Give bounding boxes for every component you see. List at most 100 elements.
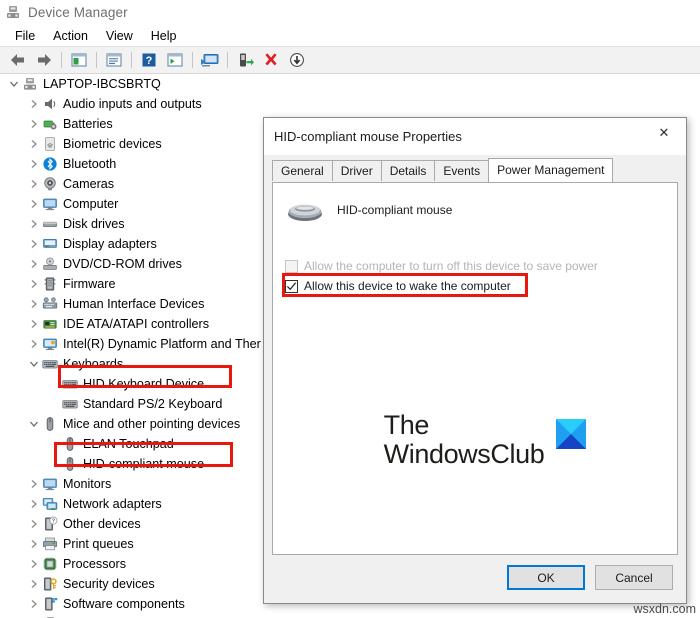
menu-item-file[interactable]: File — [6, 27, 44, 45]
tab-driver[interactable]: Driver — [331, 160, 382, 181]
tree-item-label: DVD/CD-ROM drives — [63, 256, 182, 271]
tree-item-audio-inputs-and-outputs[interactable]: Audio inputs and outputs — [0, 94, 700, 114]
tree-expander[interactable] — [26, 316, 42, 332]
tree-expander[interactable] — [26, 536, 42, 552]
device-manager-icon — [5, 4, 21, 20]
tree-item-label: Disk drives — [63, 216, 125, 231]
properties-icon[interactable] — [67, 49, 91, 71]
tree-item-laptop-ibcsbrtq[interactable]: LAPTOP-IBCSBRTQ — [0, 74, 700, 94]
toolbar-separator — [227, 52, 228, 68]
printer-icon — [42, 536, 63, 552]
tree-item-label: Intel(R) Dynamic Platform and Ther — [63, 336, 261, 351]
scan-hardware-icon[interactable] — [198, 49, 222, 71]
menu-item-help[interactable]: Help — [142, 27, 186, 45]
tree-expander[interactable] — [26, 596, 42, 612]
tree-expander[interactable] — [26, 296, 42, 312]
tree-item-label: Other devices — [63, 516, 141, 531]
uninstall-device-icon[interactable] — [259, 49, 283, 71]
menu-bar: File Action View Help — [0, 25, 700, 47]
watermark-line-2: WindowsClub — [383, 438, 545, 469]
tree-expander[interactable] — [6, 76, 22, 92]
windowsclub-watermark: The WindowsClub — [297, 411, 667, 468]
tree-item-label: Audio inputs and outputs — [63, 96, 202, 111]
tab-power-management[interactable]: Power Management — [488, 158, 614, 182]
windowsclub-logo-icon — [550, 415, 587, 449]
tree-expander[interactable] — [26, 496, 42, 512]
device-list-icon[interactable] — [163, 49, 187, 71]
tree-expander[interactable] — [26, 276, 42, 292]
cancel-button[interactable]: Cancel — [595, 565, 673, 590]
battery-icon — [42, 116, 63, 132]
keyboard-icon — [62, 396, 83, 412]
help-icon[interactable]: ? — [137, 49, 161, 71]
tree-item-label: Keyboards — [63, 356, 124, 371]
tree-expander[interactable] — [26, 256, 42, 272]
checkbox-row-wake-computer[interactable]: Allow this device to wake the computer — [285, 279, 511, 293]
tab-general[interactable]: General — [272, 160, 333, 181]
tree-expander[interactable] — [26, 576, 42, 592]
enable-device-icon[interactable] — [233, 49, 257, 71]
checkbox-row-turn-off-device[interactable]: Allow the computer to turn off this devi… — [285, 259, 598, 273]
tree-expander[interactable] — [26, 476, 42, 492]
dialog-body: General Driver Details Events Power Mana… — [264, 155, 686, 603]
checkbox-wake-computer[interactable] — [285, 279, 298, 293]
tree-expander[interactable] — [26, 216, 42, 232]
update-driver-icon[interactable] — [102, 49, 126, 71]
forward-icon[interactable] — [32, 49, 56, 71]
tree-item-label: Print queues — [63, 536, 134, 551]
disable-device-icon[interactable] — [285, 49, 309, 71]
toolbar-separator — [96, 52, 97, 68]
keyboard-icon — [62, 376, 83, 392]
tree-expander[interactable] — [26, 556, 42, 572]
tree-expander[interactable] — [26, 196, 42, 212]
tab-events[interactable]: Events — [434, 160, 490, 181]
device-name: HID-compliant mouse — [337, 203, 453, 217]
security-device-icon — [42, 576, 63, 592]
tabstrip: General Driver Details Events Power Mana… — [272, 158, 614, 182]
disk-drive-icon — [42, 216, 63, 232]
tree-expander[interactable] — [26, 96, 42, 112]
device-header: HID-compliant mouse — [285, 197, 452, 223]
back-icon[interactable] — [6, 49, 30, 71]
tree-expander[interactable] — [26, 356, 42, 372]
tree-expander[interactable] — [26, 416, 42, 432]
thermal-icon — [42, 336, 63, 352]
tree-item-label: Processors — [63, 556, 126, 571]
tree-item-label: HID Keyboard Device — [83, 376, 205, 391]
ok-button[interactable]: OK — [507, 565, 585, 590]
tree-expander[interactable] — [26, 176, 42, 192]
tree-item-label: Monitors — [63, 476, 112, 491]
mouse-icon — [62, 436, 83, 452]
tree-expander[interactable] — [26, 236, 42, 252]
close-icon[interactable]: ✕ — [642, 118, 686, 148]
tree-expander[interactable] — [26, 156, 42, 172]
tree-item-label: Standard PS/2 Keyboard — [83, 396, 223, 411]
tree-item-software-devices[interactable]: Software devices — [0, 614, 700, 618]
checkbox-turn-off-device[interactable] — [285, 259, 298, 273]
monitor-icon — [42, 476, 63, 492]
tab-details[interactable]: Details — [380, 160, 436, 181]
toolbar: ? — [0, 46, 700, 74]
menu-item-action[interactable]: Action — [44, 27, 97, 45]
hid-icon — [42, 296, 63, 312]
ide-controller-icon — [42, 316, 63, 332]
menu-item-view[interactable]: View — [97, 27, 142, 45]
power-management-panel: HID-compliant mouse Allow the computer t… — [272, 182, 678, 555]
dialog-titlebar: HID-compliant mouse Properties ✕ — [264, 118, 686, 155]
tree-expander[interactable] — [26, 116, 42, 132]
toolbar-separator — [192, 52, 193, 68]
tree-item-label: Display adapters — [63, 236, 157, 251]
device-manager-titlebar: Device Manager — [0, 0, 700, 24]
device-properties-dialog: HID-compliant mouse Properties ✕ General… — [263, 117, 687, 604]
tree-expander[interactable] — [26, 516, 42, 532]
tree-expander[interactable] — [26, 136, 42, 152]
other-device-icon: ? — [42, 516, 63, 532]
monitor-icon — [42, 196, 63, 212]
tree-item-label: IDE ATA/ATAPI controllers — [63, 316, 210, 331]
tree-item-label: Network adapters — [63, 496, 162, 511]
tree-item-label: HID-compliant mouse — [83, 456, 205, 471]
display-adapter-icon — [42, 236, 63, 252]
tree-item-label: Firmware — [63, 276, 116, 291]
tree-expander[interactable] — [26, 336, 42, 352]
dialog-title: HID-compliant mouse Properties — [274, 129, 462, 144]
